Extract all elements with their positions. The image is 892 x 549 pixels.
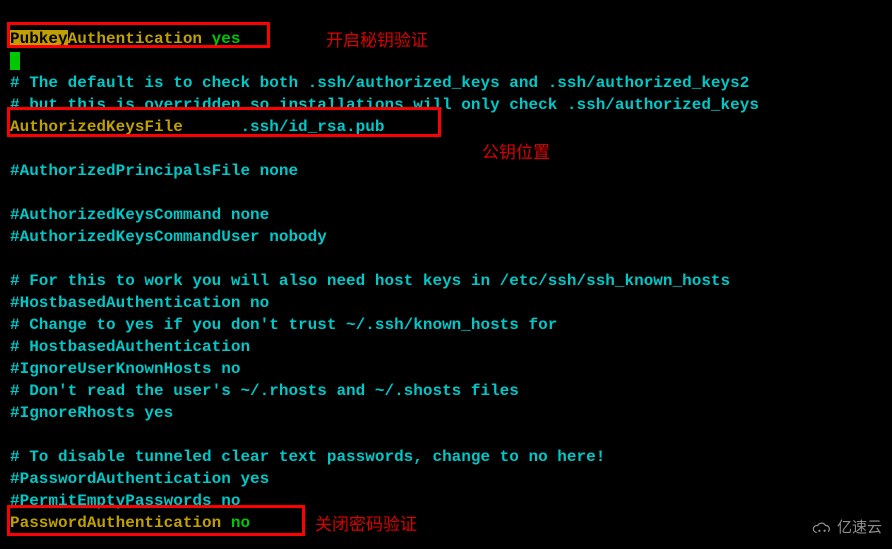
comment-line: # HostbasedAuthentication (10, 336, 882, 358)
annotation-keyfile: 公钥位置 (482, 142, 550, 164)
cloud-icon (811, 521, 833, 535)
commented-directive: #IgnoreRhosts yes (10, 402, 882, 424)
commented-directive: #IgnoreUserKnownHosts no (10, 358, 882, 380)
annotation-password: 关闭密码验证 (315, 514, 417, 536)
blank-line (10, 6, 882, 28)
blank-line (10, 182, 882, 204)
commented-directive: #HostbasedAuthentication no (10, 292, 882, 314)
watermark-text: 亿速云 (837, 517, 882, 539)
annotation-pubkey: 开启秘钥验证 (326, 30, 428, 52)
config-line-pubkey: PubkeyAuthentication yes (10, 28, 882, 50)
commented-directive: #AuthorizedKeysCommandUser nobody (10, 226, 882, 248)
cursor-icon (10, 52, 20, 70)
commented-directive: #PasswordAuthentication yes (10, 468, 882, 490)
comment-line: # The default is to check both .ssh/auth… (10, 72, 882, 94)
comment-line: # For this to work you will also need ho… (10, 270, 882, 292)
terminal-content[interactable]: PubkeyAuthentication yes # The default i… (10, 6, 882, 534)
commented-directive: #AuthorizedPrincipalsFile none (10, 160, 882, 182)
blank-line (10, 248, 882, 270)
commented-directive: #AuthorizedKeysCommand none (10, 204, 882, 226)
match-highlight: Pubkey (10, 30, 68, 48)
blank-line (10, 424, 882, 446)
cursor-line (10, 50, 882, 72)
watermark: 亿速云 (811, 517, 882, 539)
commented-directive: #PermitEmptyPasswords no (10, 490, 882, 512)
comment-line: # Change to yes if you don't trust ~/.ss… (10, 314, 882, 336)
comment-line: # Don't read the user's ~/.rhosts and ~/… (10, 380, 882, 402)
config-line-passwordauth: PasswordAuthentication no (10, 512, 882, 534)
config-line-authkeys: AuthorizedKeysFile .ssh/id_rsa.pub (10, 116, 882, 138)
comment-line: # but this is overridden so installation… (10, 94, 882, 116)
blank-line (10, 138, 882, 160)
comment-line: # To disable tunneled clear text passwor… (10, 446, 882, 468)
